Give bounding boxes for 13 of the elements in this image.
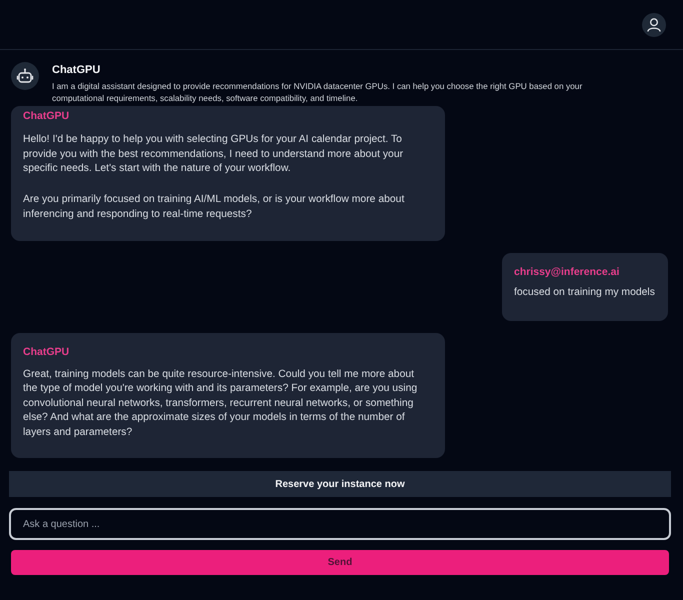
message-sender: chrissy@inference.ai xyxy=(514,265,620,279)
user-avatar-icon[interactable] xyxy=(642,12,666,36)
question-input[interactable]: Ask a question ... xyxy=(9,508,671,540)
message-sender: ChatGPU xyxy=(23,344,70,358)
robot-icon xyxy=(11,62,39,90)
assistant-name: ChatGPU xyxy=(52,63,102,77)
reserve-button[interactable]: Reserve your instance now xyxy=(9,471,671,497)
message-text: focused on training my models xyxy=(514,286,656,300)
assistant-description: I am a digital assistant designed to provide recommendations for NVIDIA datacenter GPUs. I can help you choose the right GPU based on your computational requirements, scalability needs, software compatibility, and timeline. xyxy=(52,80,584,104)
message-sender: ChatGPU xyxy=(23,109,70,123)
message-text: Hello! I'd be happy to help you with selecting GPUs for your AI calendar project. To provide you with the best recommendations, I need to understand more about your specific needs. Let's start with the nature of your workflow. xyxy=(23,133,404,176)
message-text: Are you primarily focused on training AI/ML models, or is your workflow more about inferencing and responding to real-time requests? xyxy=(23,193,406,222)
message-text: Great, training models can be quite resource-intensive. Could you tell me more about the type of model you're working with and its parameters? For example, are you using convolutional neural networks, transformers, recurrent neural networks, or something else? And what are the approximate sizes of your models in terms of the number of layers and parameters? xyxy=(23,368,418,440)
